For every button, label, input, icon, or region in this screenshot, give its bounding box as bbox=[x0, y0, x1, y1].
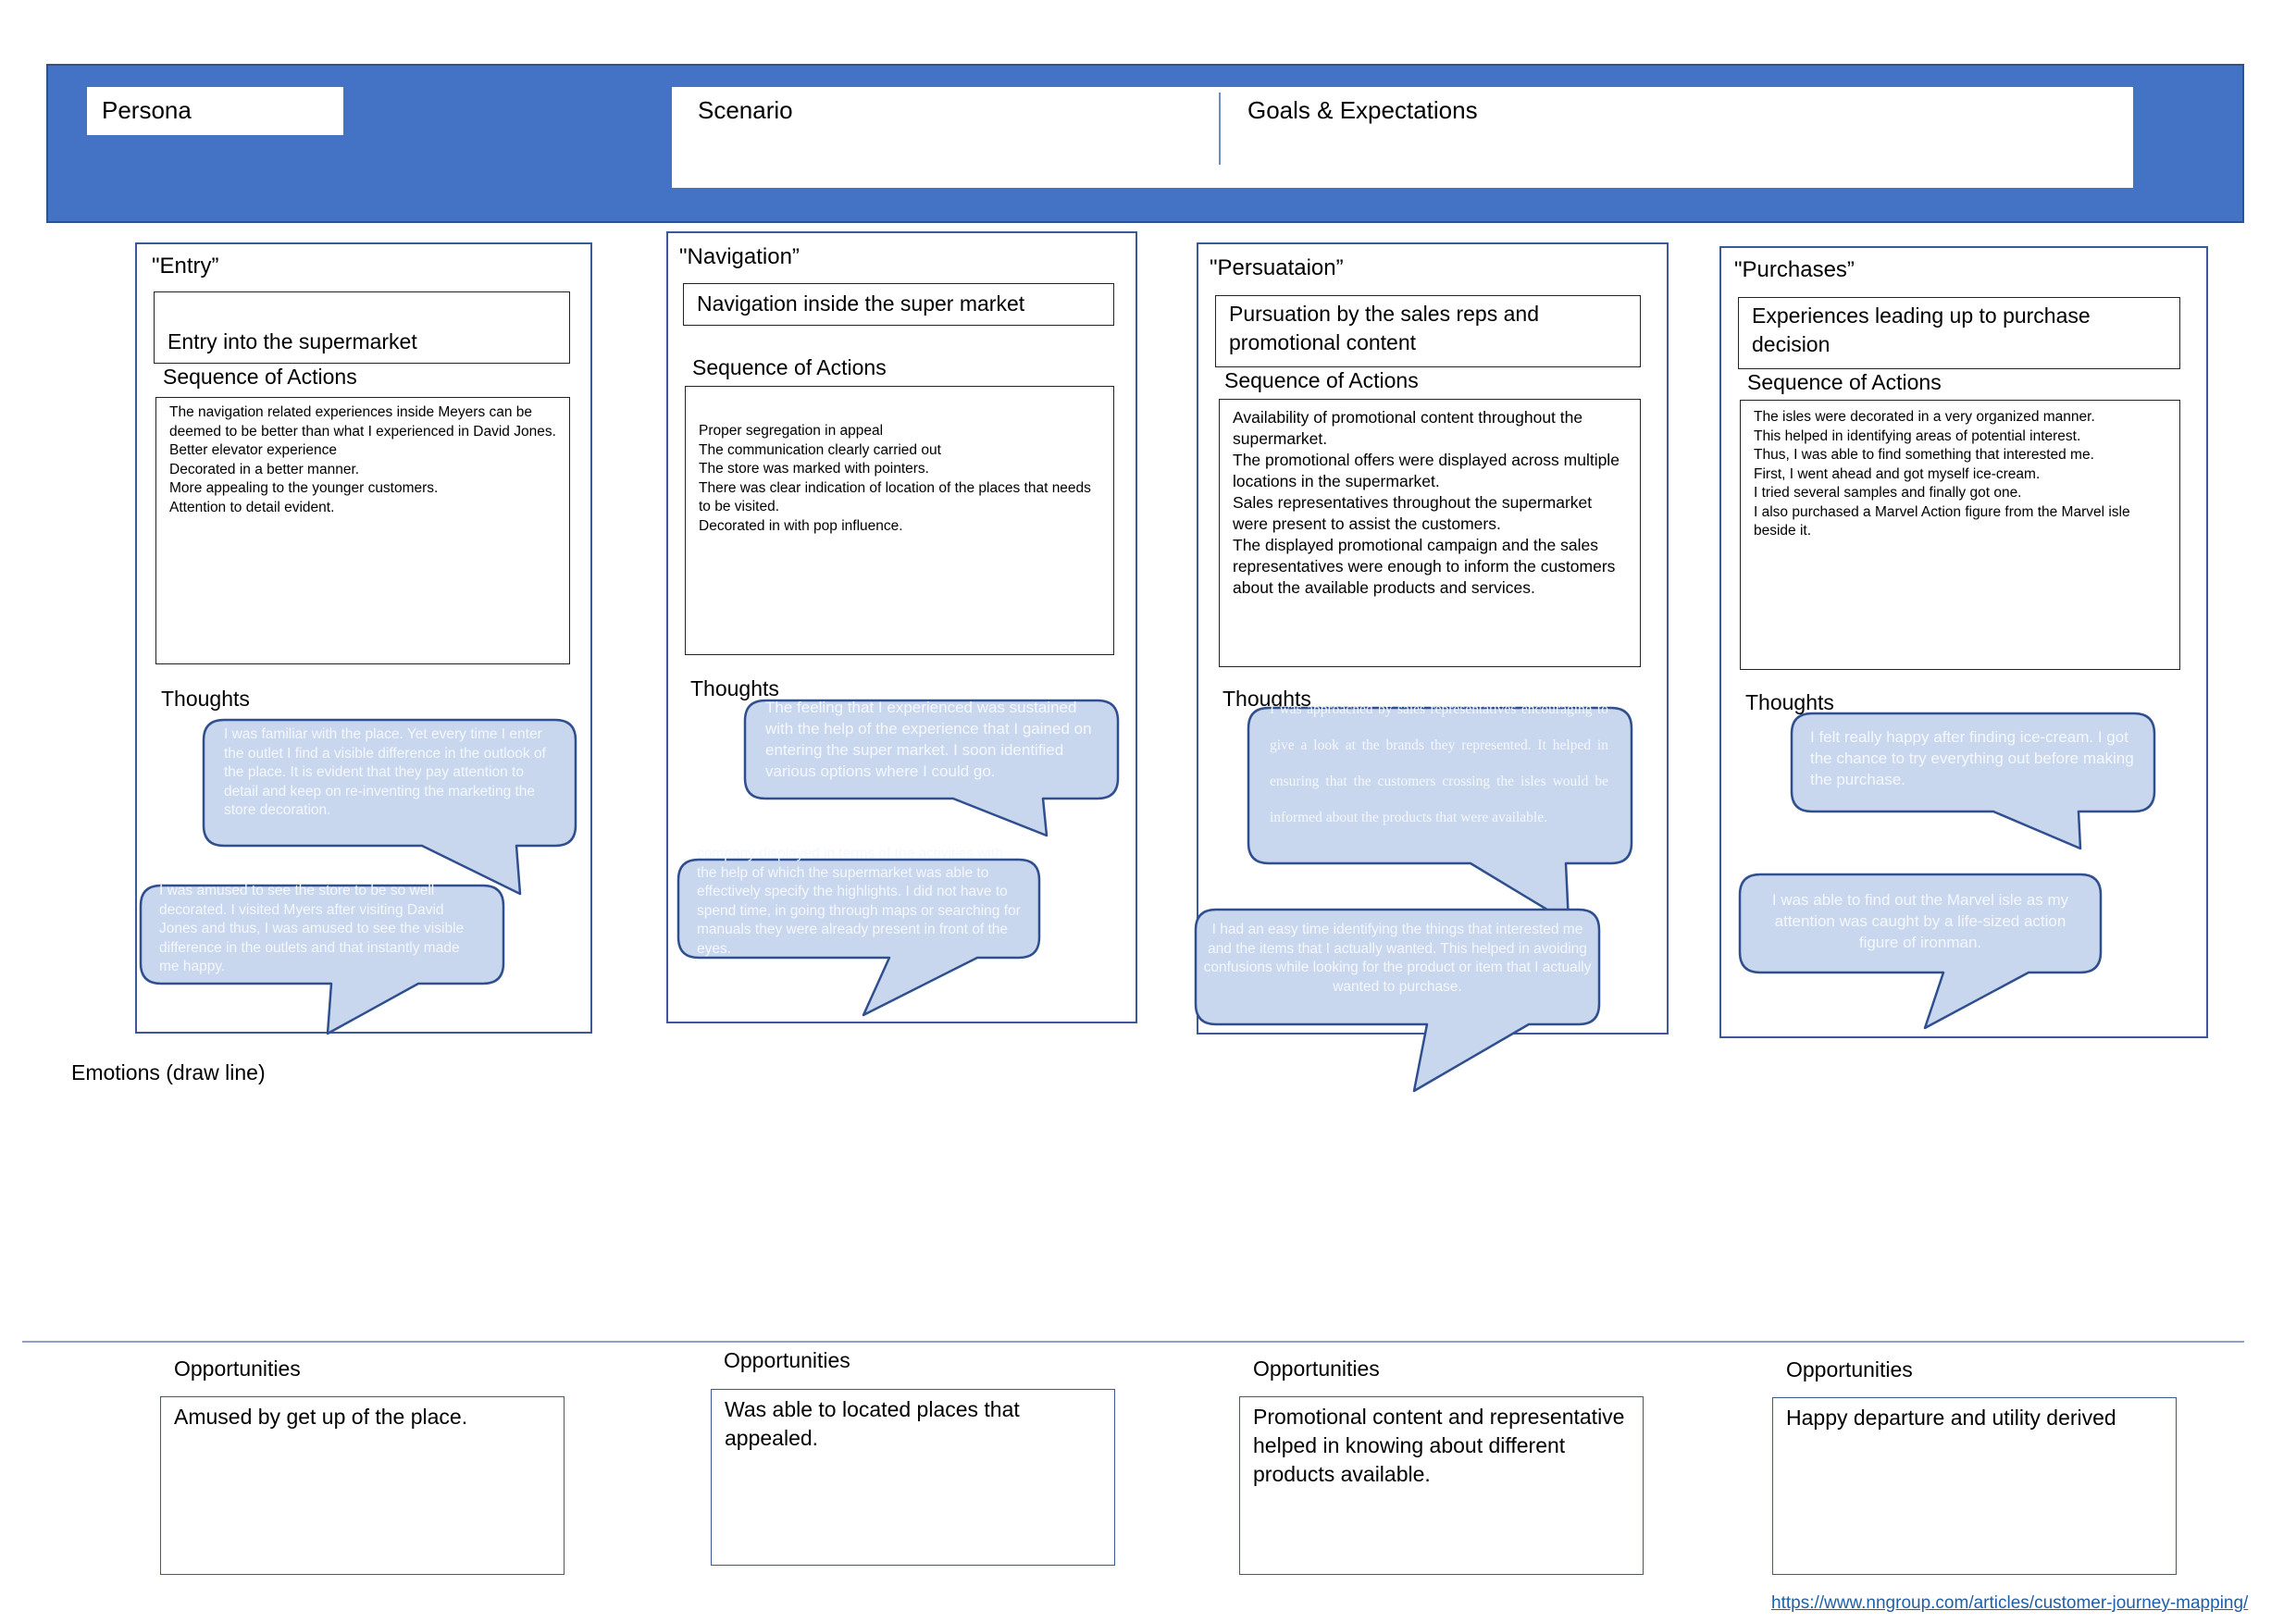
sequence-line: The navigation related experiences insid… bbox=[169, 404, 556, 440]
persona-box[interactable]: Persona bbox=[87, 87, 343, 135]
sequence-box[interactable]: The navigation related experiences insid… bbox=[155, 397, 570, 664]
opportunities-label: Opportunities bbox=[724, 1348, 850, 1372]
stage-description-text: Entry into the supermarket bbox=[168, 329, 417, 353]
opportunity-box[interactable]: Amused by get up of the place. bbox=[160, 1396, 565, 1575]
sequence-line: I tried several samples and finally got … bbox=[1754, 485, 2022, 501]
opportunity-box[interactable]: Happy departure and utility derived bbox=[1772, 1397, 2177, 1575]
stage-description[interactable]: Experiences leading up to purchase decis… bbox=[1738, 297, 2180, 369]
emotions-label: Emotions (draw line) bbox=[71, 1060, 266, 1084]
sequence-line: There was clear indication of location o… bbox=[699, 479, 1091, 515]
opportunity-text: Promotional content and representative h… bbox=[1253, 1405, 1625, 1486]
opportunity-text: Amused by get up of the place. bbox=[174, 1405, 468, 1429]
sequence-line: First, I went ahead and got myself ice-c… bbox=[1754, 465, 2041, 482]
sequence-label: Sequence of Actions bbox=[163, 365, 357, 389]
opportunity-text: Was able to located places that appealed… bbox=[725, 1397, 1020, 1450]
thought-bubble[interactable]: The feeling that I experienced was susta… bbox=[743, 699, 1120, 841]
stage-description[interactable]: Pursuation by the sales reps and promoti… bbox=[1215, 295, 1641, 367]
thought-bubble[interactable]: I felt really happy after finding ice-cr… bbox=[1790, 712, 2156, 858]
sequence-line: The promotional offers were displayed ac… bbox=[1233, 451, 1620, 490]
sequence-line: I also purchased a Marvel Action figure … bbox=[1754, 503, 2130, 539]
persona-label: Persona bbox=[102, 96, 192, 124]
thought-text: I was familiar with the place. Yet every… bbox=[224, 726, 546, 818]
stage-description-text: Navigation inside the super market bbox=[697, 291, 1025, 316]
opportunity-box[interactable]: Promotional content and representative h… bbox=[1239, 1396, 1644, 1575]
stage-description-text: Pursuation by the sales reps and promoti… bbox=[1229, 302, 1539, 354]
stage-description-text: Experiences leading up to purchase decis… bbox=[1752, 304, 2091, 356]
thought-text: I was able to find out the Marvel isle a… bbox=[1771, 891, 2069, 951]
scenario-goals-box[interactable]: Scenario Goals & Expectations bbox=[672, 87, 2133, 188]
sequence-line: Attention to detail evident. bbox=[169, 499, 335, 515]
thought-text: I was amused to see the store to be so w… bbox=[159, 883, 465, 974]
sequence-line: Decorated in a better manner. bbox=[169, 461, 360, 477]
thought-text: company displayed in terms of the activi… bbox=[697, 846, 1021, 957]
stage-title: "Persuataion” bbox=[1210, 255, 1344, 280]
thought-bubble[interactable]: I had an easy time identifying the thing… bbox=[1194, 908, 1601, 1093]
thought-bubble[interactable]: company displayed in terms of the activi… bbox=[676, 846, 1041, 1017]
opportunities-label: Opportunities bbox=[1786, 1357, 1913, 1381]
thoughts-label: Thoughts bbox=[161, 687, 250, 711]
opportunity-text: Happy departure and utility derived bbox=[1786, 1406, 2116, 1430]
thought-text: I was approached by sales representative… bbox=[1270, 701, 1608, 825]
sequence-line: Availability of promotional content thro… bbox=[1233, 408, 1583, 448]
sequence-label: Sequence of Actions bbox=[1747, 370, 1942, 394]
goals-label: Goals & Expectations bbox=[1247, 96, 1478, 124]
thought-text: I felt really happy after finding ice-cr… bbox=[1810, 728, 2134, 788]
thought-text: I had an easy time identifying the thing… bbox=[1203, 922, 1592, 995]
scenario-goals-divider bbox=[1219, 93, 1221, 165]
thought-bubble[interactable]: I was amused to see the store to be so w… bbox=[139, 883, 505, 1035]
sequence-line: More appealing to the younger customers. bbox=[169, 480, 439, 496]
sequence-line: The communication clearly carried out bbox=[699, 441, 941, 458]
sequence-line: The isles were decorated in a very organ… bbox=[1754, 409, 2095, 425]
sequence-line: Sales representatives throughout the sup… bbox=[1233, 493, 1593, 533]
thoughts-label: Thoughts bbox=[1745, 690, 1834, 714]
thought-bubble[interactable]: I was approached by sales representative… bbox=[1247, 701, 1633, 928]
stage-title: "Purchases” bbox=[1734, 257, 1855, 282]
sequence-line: Better elevator experience bbox=[169, 442, 337, 458]
sequence-line: Thus, I was able to find something that … bbox=[1754, 447, 2094, 463]
reference-link[interactable]: https://www.nngroup.com/articles/custome… bbox=[1771, 1593, 2248, 1614]
stage-description[interactable]: Entry into the supermarket bbox=[154, 291, 570, 364]
sequence-line: Decorated in with pop influence. bbox=[699, 517, 903, 534]
sequence-label: Sequence of Actions bbox=[1224, 368, 1419, 392]
scenario-label: Scenario bbox=[698, 96, 793, 124]
section-divider bbox=[22, 1341, 2244, 1343]
sequence-box[interactable]: The isles were decorated in a very organ… bbox=[1740, 400, 2180, 670]
opportunities-label: Opportunities bbox=[1253, 1357, 1380, 1381]
opportunities-label: Opportunities bbox=[174, 1357, 301, 1381]
sequence-line: This helped in identifying areas of pote… bbox=[1754, 427, 2081, 444]
thought-text: The feeling that I experienced was susta… bbox=[765, 699, 1092, 780]
thought-bubble[interactable]: I was familiar with the place. Yet every… bbox=[202, 718, 577, 896]
sequence-line: Proper segregation in appeal bbox=[699, 423, 884, 439]
opportunity-box[interactable]: Was able to located places that appealed… bbox=[711, 1389, 1115, 1566]
sequence-line: The displayed promotional campaign and t… bbox=[1233, 536, 1616, 597]
sequence-box[interactable]: Availability of promotional content thro… bbox=[1219, 399, 1641, 667]
thought-bubble[interactable]: I was able to find out the Marvel isle a… bbox=[1738, 873, 2103, 1032]
stage-title: "Navigation” bbox=[679, 244, 800, 269]
sequence-line: The store was marked with pointers. bbox=[699, 461, 929, 477]
sequence-label: Sequence of Actions bbox=[692, 355, 887, 379]
stage-title: "Entry” bbox=[152, 254, 219, 279]
stage-description[interactable]: Navigation inside the super market bbox=[683, 283, 1114, 326]
sequence-box[interactable]: Proper segregation in appeal The communi… bbox=[685, 386, 1114, 655]
